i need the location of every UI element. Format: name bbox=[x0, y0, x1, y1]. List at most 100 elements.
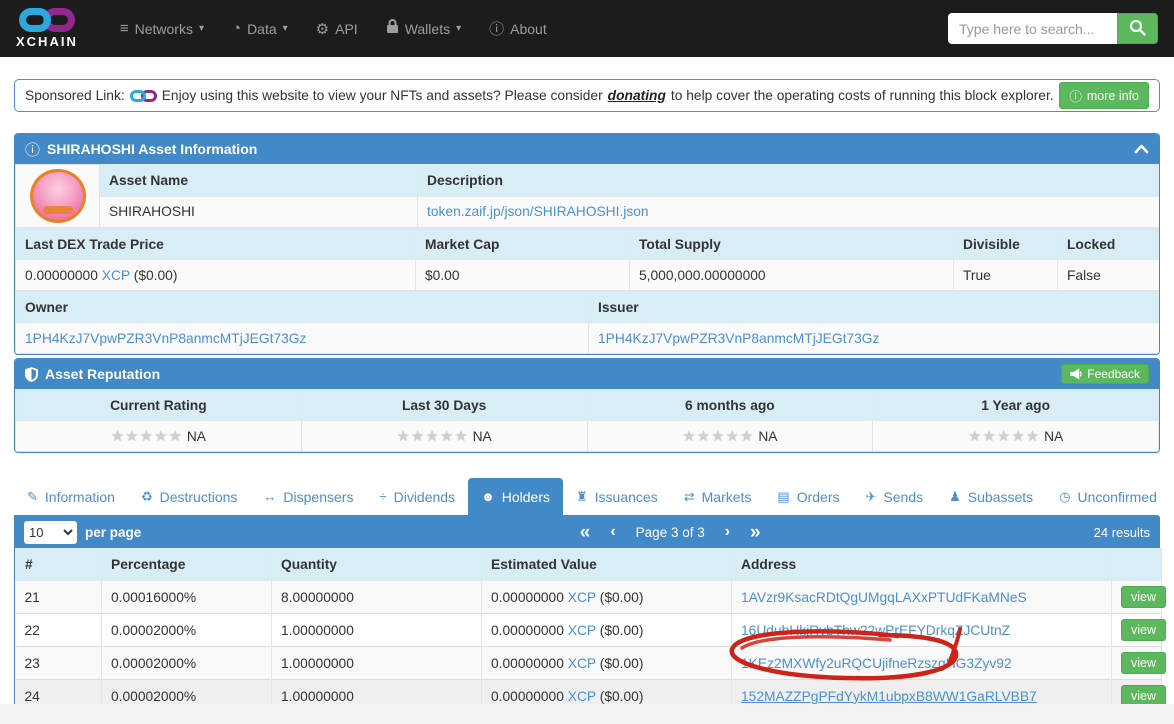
address-link[interactable]: 1KEz2MXWfy2uRQCUjifneRzszgHG3Zyv92 bbox=[741, 656, 1012, 671]
search-input[interactable] bbox=[948, 13, 1117, 44]
search-group bbox=[948, 13, 1158, 44]
xcp-link[interactable]: XCP bbox=[102, 268, 130, 283]
more-info-button[interactable]: ⓘ more info bbox=[1059, 82, 1149, 109]
tab-markets[interactable]: ⇄ Markets bbox=[671, 478, 765, 515]
shield-icon bbox=[25, 366, 38, 382]
xcp-link[interactable]: XCP bbox=[568, 689, 596, 704]
address-link[interactable]: 152MAZZPgPFdYykM1ubpxB8WW1GaRLVBB7 bbox=[741, 689, 1037, 704]
holder-rank: 23 bbox=[15, 646, 102, 680]
person-icon: ♟ bbox=[949, 488, 961, 504]
col-header-estimated-value: Estimated Value bbox=[481, 548, 732, 581]
last-page-button[interactable]: » bbox=[750, 523, 761, 542]
description-label: Description bbox=[417, 164, 1159, 197]
last-dex-label: Last DEX Trade Price bbox=[15, 228, 416, 260]
asset-info-table-top: Asset Name Description SHIRAHOSHI token.… bbox=[15, 164, 1159, 228]
prev-page-button[interactable]: ‹ bbox=[610, 524, 615, 540]
nav-menu: ≡ Networks ▾ ◔ Data ▾ ⚙ API Wallets ▾ ⓘ … bbox=[106, 8, 948, 49]
last-dex-value: 0.00000000 XCP ($0.00) bbox=[15, 259, 416, 291]
tab-sends[interactable]: ✈ Sends bbox=[853, 478, 937, 515]
tab-orders[interactable]: ▤ Orders bbox=[764, 478, 852, 515]
first-page-button[interactable]: « bbox=[580, 523, 591, 542]
rep-col-6months: 6 months ago bbox=[586, 389, 874, 421]
dashboard-icon: ◔ bbox=[232, 20, 242, 37]
issuer-address-link[interactable]: 1PH4KzJ7VpwPZR3VnP8anmcMTjJEGt73Gz bbox=[598, 331, 879, 346]
view-button[interactable]: view bbox=[1121, 619, 1167, 641]
holder-percentage: 0.00002000% bbox=[101, 646, 272, 680]
footer-area bbox=[0, 704, 1174, 724]
page-controls: « ‹ Page 3 of 3 › » bbox=[580, 523, 761, 542]
description-link[interactable]: token.zaif.jp/json/SHIRAHOSHI.json bbox=[427, 204, 649, 219]
tab-dividends[interactable]: ÷ Dividends bbox=[366, 478, 468, 515]
tab-issuances[interactable]: ♜ Issuances bbox=[563, 478, 671, 515]
trash-icon: ♻ bbox=[140, 488, 153, 504]
pagination-bar: 10 per page « ‹ Page 3 of 3 › » 24 resul… bbox=[15, 516, 1159, 548]
sponsor-text: Enjoy using this website to view your NF… bbox=[161, 88, 603, 103]
xcp-link[interactable]: XCP bbox=[568, 623, 596, 638]
tab-destructions[interactable]: ♻ Destructions bbox=[128, 478, 250, 515]
rating-value: NA bbox=[1044, 429, 1064, 444]
feedback-button[interactable]: Feedback bbox=[1061, 364, 1149, 384]
view-button[interactable]: view bbox=[1121, 586, 1167, 608]
xcp-link[interactable]: XCP bbox=[568, 590, 596, 605]
rep-col-30days: Last 30 Days bbox=[300, 389, 588, 421]
nav-item-wallets[interactable]: Wallets ▾ bbox=[372, 9, 475, 48]
table-row: 22 0.00002000% 1.00000000 0.00000000 XCP… bbox=[15, 613, 1167, 647]
navbar: XCHAIN ≡ Networks ▾ ◔ Data ▾ ⚙ API Walle… bbox=[0, 0, 1174, 57]
col-header-quantity: Quantity bbox=[271, 548, 482, 581]
xchain-logo[interactable]: XCHAIN bbox=[16, 8, 78, 49]
chevron-down-icon: ▾ bbox=[456, 23, 462, 34]
asset-information-panel: ⓘ SHIRAHOSHI Asset Information Asset Nam… bbox=[14, 133, 1160, 355]
donating-link[interactable]: donating bbox=[608, 88, 666, 103]
asset-image bbox=[29, 169, 86, 223]
tab-unconfirmed[interactable]: ◷ Unconfirmed bbox=[1046, 478, 1170, 515]
asset-information-title: SHIRAHOSHI Asset Information bbox=[47, 141, 258, 157]
results-count: 24 results bbox=[1093, 524, 1150, 540]
col-header-percentage: Percentage bbox=[101, 548, 272, 581]
holder-rank: 22 bbox=[15, 613, 102, 647]
owner-address-link[interactable]: 1PH4KzJ7VpwPZR3VnP8anmcMTjJEGt73Gz bbox=[25, 331, 306, 346]
asset-info-table-owner: Owner Issuer 1PH4KzJ7VpwPZR3VnP8anmcMTjJ… bbox=[15, 291, 1159, 354]
rating-value: NA bbox=[186, 429, 206, 444]
search-button[interactable] bbox=[1117, 13, 1158, 44]
asset-information-header: ⓘ SHIRAHOSHI Asset Information bbox=[15, 134, 1159, 164]
total-supply-value: 5,000,000.00000000 bbox=[629, 259, 954, 291]
nav-item-api[interactable]: ⚙ API bbox=[302, 10, 372, 48]
brand-text: XCHAIN bbox=[16, 34, 78, 49]
holder-percentage: 0.00016000% bbox=[101, 580, 272, 614]
exchange-icon: ⇄ bbox=[683, 488, 695, 504]
tab-subassets[interactable]: ♟ Subassets bbox=[936, 478, 1046, 515]
view-button[interactable]: view bbox=[1121, 652, 1167, 674]
address-link[interactable]: 1AVzr9KsacRDtQgUMgqLAXxPTUdFKaMNeS bbox=[741, 590, 1027, 605]
next-page-button[interactable]: › bbox=[725, 524, 730, 540]
address-link[interactable]: 16UdubHkjRvbThw22wPrEFYDrkqZJCUtnZ bbox=[741, 623, 1010, 638]
col-header-address: Address bbox=[731, 548, 1112, 581]
nav-item-about[interactable]: ⓘ About bbox=[475, 8, 561, 49]
holder-quantity: 8.00000000 bbox=[271, 580, 482, 614]
asset-reputation-panel: Asset Reputation Feedback Current Rating… bbox=[14, 358, 1160, 453]
paperclip-icon: ✎ bbox=[27, 488, 38, 504]
locked-label: Locked bbox=[1057, 228, 1159, 260]
per-page-label: per page bbox=[85, 524, 142, 540]
sponsor-text: to help cover the operating costs of run… bbox=[670, 88, 1054, 103]
per-page-select[interactable]: 10 bbox=[24, 520, 77, 544]
col-header-rank: # bbox=[15, 548, 102, 581]
nav-label: Wallets bbox=[404, 20, 451, 37]
nav-item-data[interactable]: ◔ Data ▾ bbox=[218, 10, 302, 47]
arrows-icon: ↔ bbox=[263, 489, 277, 504]
table-row: 21 0.00016000% 8.00000000 0.00000000 XCP… bbox=[15, 580, 1167, 614]
tab-dispensers[interactable]: ↔ Dispensers bbox=[250, 478, 366, 515]
collapse-panel-button[interactable] bbox=[1134, 144, 1149, 154]
asset-reputation-title: Asset Reputation bbox=[45, 366, 161, 382]
star-rating-icons: ★★★★★ bbox=[396, 428, 469, 445]
xcp-link[interactable]: XCP bbox=[568, 656, 596, 671]
tab-information[interactable]: ✎ Information bbox=[14, 478, 128, 515]
search-icon bbox=[1129, 19, 1146, 39]
database-icon: ≡ bbox=[119, 20, 129, 37]
asset-reputation-header: Asset Reputation Feedback bbox=[15, 359, 1159, 389]
nav-item-networks[interactable]: ≡ Networks ▾ bbox=[106, 10, 218, 47]
asset-info-table-mid: Last DEX Trade Price Market Cap Total Su… bbox=[15, 228, 1159, 291]
holders-table: # Percentage Quantity Estimated Value Ad… bbox=[15, 548, 1167, 713]
tab-holders[interactable]: ☻ Holders bbox=[468, 478, 564, 515]
rep-col-current: Current Rating bbox=[15, 389, 302, 421]
sitemap-icon: ÷ bbox=[379, 489, 387, 504]
